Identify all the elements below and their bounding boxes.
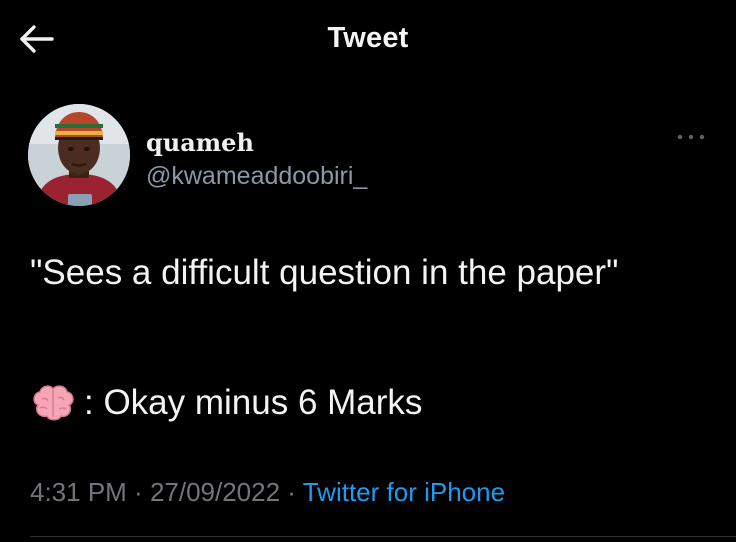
tweet-screen: Tweet quameh @kwameaddoobiri_ "Sees a di… [0,0,736,542]
tweet-date: 27/09/2022 [149,477,281,507]
meta-separator: · [126,477,150,507]
tweet-source-link[interactable]: Twitter for iPhone [303,477,505,507]
author-handle[interactable]: @kwameaddoobiri_ [146,162,367,191]
tweet-text-line: : Okay minus 6 Marks [30,378,422,428]
avatar-image [28,104,130,206]
tweet-author: quameh @kwameaddoobiri_ [28,104,718,208]
tweet-time: 4:31 PM [30,477,127,507]
brain-icon [30,383,76,423]
tweet-meta: 4:31 PM · 27/09/2022 · Twitter for iPhon… [30,477,505,508]
page-title: Tweet [327,22,409,54]
meta-separator: · [280,477,303,507]
more-horizontal-icon [677,134,705,140]
tweet-text-line2: : Okay minus 6 Marks [84,383,423,422]
top-bar: Tweet [0,0,736,80]
more-options-button[interactable] [674,130,708,144]
avatar[interactable] [28,104,130,206]
divider [30,536,736,537]
author-name[interactable]: quameh [146,128,254,157]
tweet-text: "Sees a difficult question in the paper" [30,253,619,292]
